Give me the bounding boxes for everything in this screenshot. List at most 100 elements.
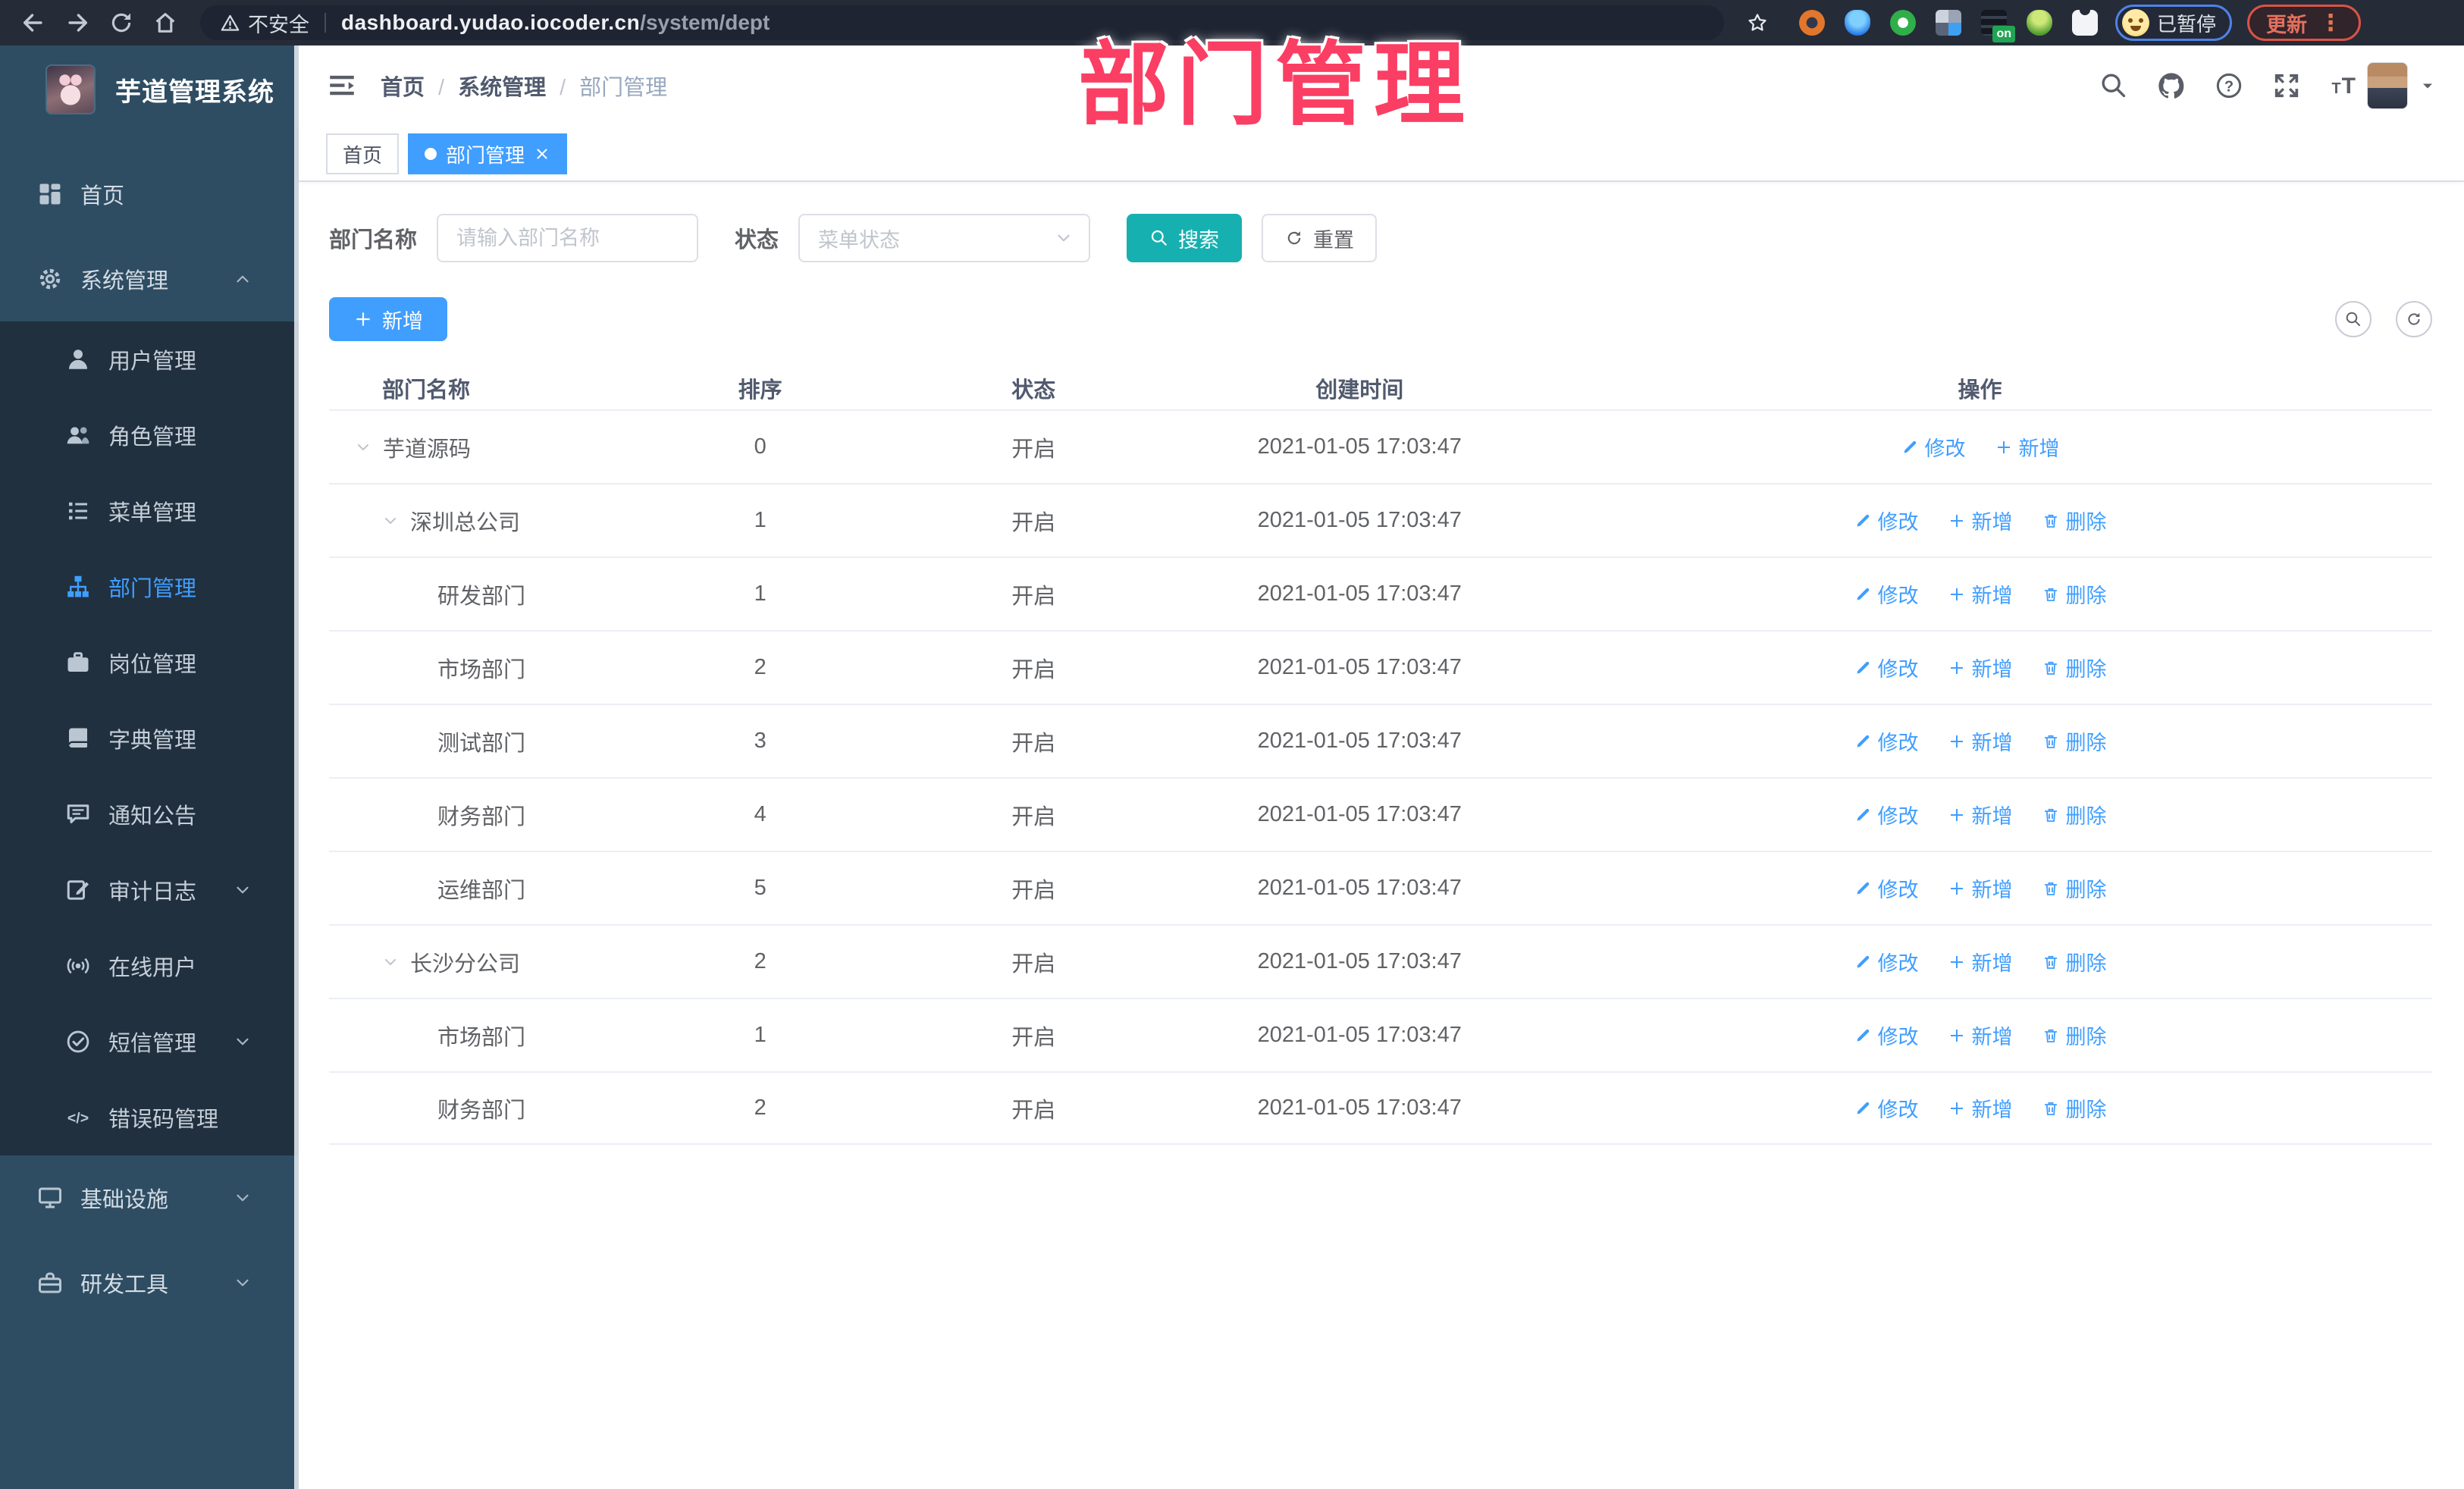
extension-green-check[interactable] xyxy=(1888,8,1918,38)
status-cell: 开启 xyxy=(1011,584,1056,609)
delete-action[interactable]: 删除 xyxy=(2042,1093,2107,1123)
chevron-down-icon xyxy=(229,880,256,900)
extension-orange[interactable] xyxy=(1797,8,1827,38)
add-action[interactable]: 新增 xyxy=(1948,1093,2013,1123)
trash-icon xyxy=(2042,953,2060,971)
user-icon xyxy=(64,346,92,373)
chevron-down-icon[interactable] xyxy=(2419,77,2437,95)
extensions-puzzle-button[interactable] xyxy=(2070,8,2100,38)
edit-action[interactable]: 修改 xyxy=(1854,800,1919,829)
add-action[interactable]: 新增 xyxy=(1948,726,2013,756)
edit-action[interactable]: 修改 xyxy=(1854,873,1919,903)
edit-action[interactable]: 修改 xyxy=(1854,653,1919,682)
delete-action[interactable]: 删除 xyxy=(2042,873,2107,903)
delete-action[interactable]: 删除 xyxy=(2042,726,2107,756)
edit-action[interactable]: 修改 xyxy=(1854,579,1919,609)
close-icon[interactable] xyxy=(534,146,550,162)
app-logo-row[interactable]: 芋道管理系统 xyxy=(0,45,299,133)
dept-table: 部门名称 排序 状态 创建时间 操作 芋道源码 0 开启 2021-01-05 17:… xyxy=(329,367,2432,1145)
plus-icon xyxy=(1948,732,1966,751)
add-action[interactable]: 新增 xyxy=(1948,947,2013,976)
edit-action[interactable]: 修改 xyxy=(1854,1093,1919,1123)
create-time-cell: 2021-01-05 17:03:47 xyxy=(1257,949,1462,973)
sidebar-item-在线用户[interactable]: 在线用户 xyxy=(0,928,299,1004)
show-search-toggle-button[interactable] xyxy=(2335,301,2372,337)
reset-button[interactable]: 重置 xyxy=(1262,214,1378,262)
edit-action[interactable]: 修改 xyxy=(1854,1020,1919,1050)
sidebar-item-角色管理[interactable]: 角色管理 xyxy=(0,397,299,473)
col-create-time: 创建时间 xyxy=(1315,378,1404,403)
breadcrumb-item-系统管理[interactable]: 系统管理 xyxy=(458,70,579,102)
add-button[interactable]: 新增 xyxy=(329,297,447,341)
browser-update-button[interactable]: 更新 ⋮ xyxy=(2247,5,2362,41)
bookmark-star-button[interactable] xyxy=(1738,3,1777,42)
menu-icon xyxy=(64,497,92,525)
delete-action[interactable]: 删除 xyxy=(2042,1020,2107,1050)
edit-action[interactable]: 修改 xyxy=(1854,947,1919,976)
table-row: 研发部门 1 开启 2021-01-05 17:03:47 修改 新增 删除 xyxy=(329,556,2432,630)
font-size-icon[interactable]: TT xyxy=(2329,71,2359,101)
add-action[interactable]: 新增 xyxy=(1948,873,2013,903)
address-bar[interactable]: 不安全 dashboard.yudao.iocoder.cn/system/de… xyxy=(200,5,1724,40)
extension-grid[interactable] xyxy=(1933,8,1964,38)
delete-action[interactable]: 删除 xyxy=(2042,947,2107,976)
tab-首页[interactable]: 首页 xyxy=(326,133,400,174)
on-badge: on xyxy=(1992,26,2015,42)
browser-profile-chip[interactable]: 已暂停 xyxy=(2115,5,2233,41)
sidebar-item-岗位管理[interactable]: 岗位管理 xyxy=(0,625,299,701)
sidebar-item-短信管理[interactable]: 短信管理 xyxy=(0,1004,299,1080)
sidebar-item-用户管理[interactable]: 用户管理 xyxy=(0,321,299,397)
edit-action[interactable]: 修改 xyxy=(1854,506,1919,535)
sidebar-item-菜单管理[interactable]: 菜单管理 xyxy=(0,473,299,549)
sidebar-item-基础设施[interactable]: 基础设施 xyxy=(0,1155,299,1240)
tab-部门管理[interactable]: 部门管理 xyxy=(408,133,568,174)
help-icon[interactable]: ? xyxy=(2214,71,2244,101)
tree-expand-chevron-icon[interactable] xyxy=(381,953,400,971)
sidebar-item-通知公告[interactable]: 通知公告 xyxy=(0,776,299,852)
delete-action[interactable]: 删除 xyxy=(2042,800,2107,829)
extension-blue[interactable] xyxy=(1842,8,1873,38)
add-action[interactable]: 新增 xyxy=(1948,653,2013,682)
add-action[interactable]: 新增 xyxy=(1948,506,2013,535)
pencil-icon xyxy=(1854,732,1872,751)
add-action[interactable]: 新增 xyxy=(1948,579,2013,609)
status-cell: 开启 xyxy=(1011,657,1056,682)
user-avatar[interactable] xyxy=(2367,62,2408,109)
dept-name-input[interactable] xyxy=(437,214,699,262)
edit-action[interactable]: 修改 xyxy=(1854,726,1919,756)
sidebar-item-系统管理[interactable]: 系统管理 xyxy=(0,237,299,321)
site-security-indicator[interactable]: 不安全 xyxy=(220,8,309,38)
add-action[interactable]: 新增 xyxy=(1948,800,2013,829)
add-action[interactable]: 新增 xyxy=(1948,1020,2013,1050)
extension-switch-on[interactable]: on xyxy=(1979,8,2015,42)
actions-cell: 修改 新增 删除 xyxy=(1528,800,2432,829)
browser-forward-button[interactable] xyxy=(58,3,97,42)
sidebar-item-审计日志[interactable]: 审计日志 xyxy=(0,852,299,928)
sidebar-item-部门管理[interactable]: 部门管理 xyxy=(0,549,299,625)
delete-action[interactable]: 删除 xyxy=(2042,506,2107,535)
delete-action[interactable]: 删除 xyxy=(2042,653,2107,682)
search-icon[interactable] xyxy=(2099,71,2129,101)
delete-action[interactable]: 删除 xyxy=(2042,579,2107,609)
extension-green-person[interactable] xyxy=(2024,8,2055,38)
browser-back-button[interactable] xyxy=(14,3,53,42)
status-select[interactable]: 菜单状态 xyxy=(798,214,1091,262)
github-icon[interactable] xyxy=(2156,71,2187,101)
edit-action[interactable]: 修改 xyxy=(1901,432,1966,462)
search-button[interactable]: 搜索 xyxy=(1127,214,1243,262)
hamburger-icon[interactable] xyxy=(326,70,358,102)
sidebar-item-首页[interactable]: 首页 xyxy=(0,152,299,237)
sidebar-item-字典管理[interactable]: 字典管理 xyxy=(0,701,299,776)
add-action[interactable]: 新增 xyxy=(1995,432,2060,462)
browser-reload-button[interactable] xyxy=(102,3,141,42)
refresh-table-button[interactable] xyxy=(2396,301,2432,337)
sidebar-item-错误码管理[interactable]: </> 错误码管理 xyxy=(0,1080,299,1155)
search-icon xyxy=(2344,310,2362,328)
tree-expand-chevron-icon[interactable] xyxy=(354,438,372,456)
sidebar-item-研发工具[interactable]: 研发工具 xyxy=(0,1240,299,1325)
browser-home-button[interactable] xyxy=(146,3,185,42)
breadcrumb-item-首页[interactable]: 首页 xyxy=(381,70,458,102)
tree-expand-chevron-icon[interactable] xyxy=(381,512,400,530)
actions-cell: 修改 新增 删除 xyxy=(1528,726,2432,756)
fullscreen-icon[interactable] xyxy=(2271,71,2302,101)
